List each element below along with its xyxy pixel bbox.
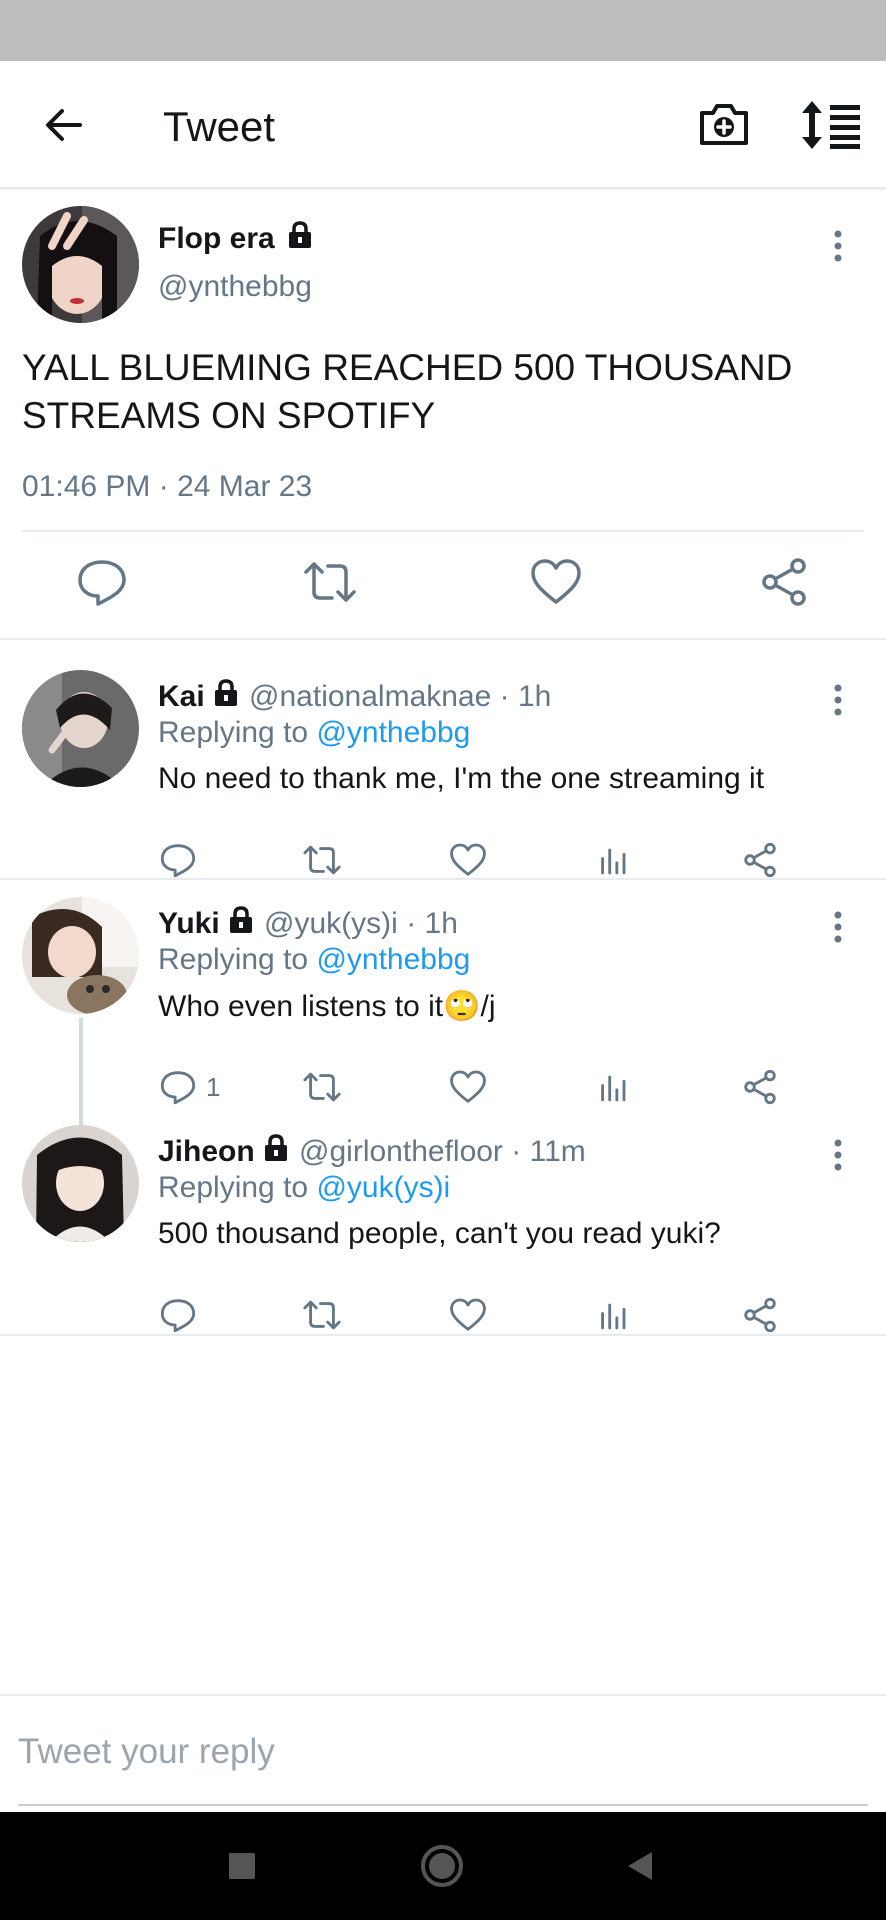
username[interactable]: @ynthebbg xyxy=(158,270,312,304)
reply-icon[interactable] xyxy=(74,554,130,610)
reply-tweet: Yuki @yuk(ys)i · 1h Replying to @ynthebb… xyxy=(0,867,886,1105)
reply-action[interactable] xyxy=(158,1293,206,1337)
back-triangle-icon[interactable] xyxy=(624,1850,656,1882)
more-options-icon[interactable] xyxy=(828,1135,848,1175)
display-name[interactable]: Kai xyxy=(158,680,205,713)
avatar[interactable] xyxy=(22,1125,139,1242)
reply-composer[interactable]: Tweet your reply xyxy=(0,1694,886,1810)
avatar[interactable] xyxy=(22,897,139,1014)
analytics-icon[interactable] xyxy=(594,1293,634,1337)
retweet-icon[interactable] xyxy=(302,554,358,610)
tweet-timestamp: 01:46 PM · 24 Mar 23 xyxy=(22,470,313,503)
username[interactable]: @girlonthefloor xyxy=(299,1135,503,1168)
username[interactable]: @yuk(ys)i xyxy=(264,907,398,940)
reply-header: Kai @nationalmaknae · 1h xyxy=(158,678,551,714)
replying-prefix: Replying to xyxy=(158,1171,309,1204)
more-options-icon[interactable] xyxy=(828,226,848,266)
replying-to-link[interactable]: @ynthebbg xyxy=(316,716,470,749)
back-arrow-icon[interactable] xyxy=(40,101,88,149)
top-app-bar: Tweet xyxy=(0,61,886,189)
divider xyxy=(0,1334,886,1336)
reply-text: Who even listens to it🙄/j xyxy=(158,990,496,1023)
reply-tweet: Jiheon @girlonthefloor · 11m Replying to… xyxy=(0,1095,886,1335)
main-tweet: Flop era @ynthebbg YALL BLUEMING REACHED… xyxy=(0,190,886,640)
replying-to: Replying to @ynthebbg xyxy=(158,716,470,750)
avatar[interactable] xyxy=(22,206,139,323)
sort-list-icon[interactable] xyxy=(800,99,862,151)
more-options-icon[interactable] xyxy=(828,680,848,720)
more-options-icon[interactable] xyxy=(828,907,848,947)
page-title: Tweet xyxy=(163,103,276,150)
reply-actions xyxy=(0,1293,886,1337)
reply-input[interactable]: Tweet your reply xyxy=(18,1732,275,1772)
divider xyxy=(22,530,864,532)
author-name-row: Flop era xyxy=(158,220,315,256)
username[interactable]: @nationalmaknae xyxy=(249,680,491,713)
lock-icon xyxy=(214,679,237,706)
replying-to-link[interactable]: @yuk(ys)i xyxy=(316,1171,450,1204)
camera-plus-icon[interactable] xyxy=(698,99,750,149)
reply-text: 500 thousand people, can't you read yuki… xyxy=(158,1217,721,1250)
reply-header: Jiheon @girlonthefloor · 11m xyxy=(158,1133,586,1169)
reply-header: Yuki @yuk(ys)i · 1h xyxy=(158,905,458,941)
replying-to-link[interactable]: @ynthebbg xyxy=(316,943,470,976)
tweet-text: YALL BLUEMING REACHED 500 THOUSAND STREA… xyxy=(22,347,793,436)
retweet-icon[interactable] xyxy=(302,1293,342,1337)
reply-text: No need to thank me, I'm the one streami… xyxy=(158,762,765,795)
input-underline xyxy=(18,1804,868,1806)
reply-icon[interactable] xyxy=(158,1295,198,1335)
reply-time: · 11m xyxy=(511,1135,586,1168)
recent-apps-icon[interactable] xyxy=(228,1852,256,1880)
replying-prefix: Replying to xyxy=(158,716,309,749)
lock-icon xyxy=(264,1134,287,1161)
tweet-actions xyxy=(0,554,886,610)
lock-icon xyxy=(289,221,312,248)
replying-to: Replying to @yuk(ys)i xyxy=(158,1171,450,1205)
share-icon[interactable] xyxy=(756,554,812,610)
display-name[interactable]: Flop era xyxy=(158,222,275,255)
status-bar xyxy=(0,0,886,61)
home-icon[interactable] xyxy=(420,1844,464,1888)
like-icon[interactable] xyxy=(448,1293,488,1337)
replying-prefix: Replying to xyxy=(158,943,309,976)
avatar[interactable] xyxy=(22,670,139,787)
system-navigation-bar xyxy=(0,1812,886,1920)
reply-time: · 1h xyxy=(499,680,552,713)
share-icon[interactable] xyxy=(740,1293,780,1337)
replying-to: Replying to @ynthebbg xyxy=(158,943,470,977)
reply-time: · 1h xyxy=(406,907,458,940)
reply-tweet: Kai @nationalmaknae · 1h Replying to @yn… xyxy=(0,640,886,880)
display-name[interactable]: Jiheon xyxy=(158,1135,255,1168)
lock-icon xyxy=(229,906,252,933)
display-name[interactable]: Yuki xyxy=(158,907,220,940)
like-icon[interactable] xyxy=(528,554,584,610)
